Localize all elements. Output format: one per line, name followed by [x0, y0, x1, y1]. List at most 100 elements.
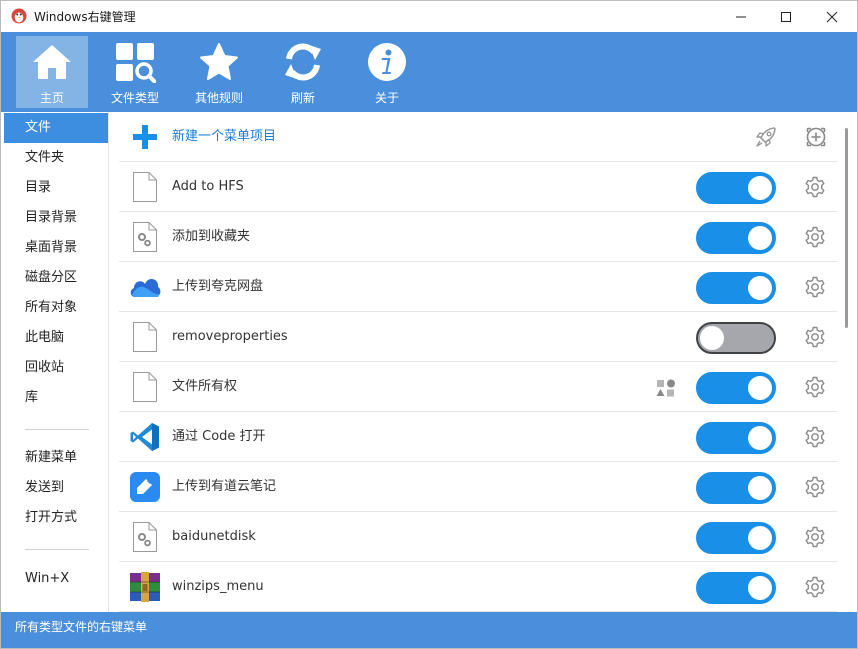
info-icon [368, 43, 406, 81]
app-window: Windows右键管理 主页 文件类型 其他规则 刷新 关于 文件 文件夹 目录… [0, 0, 858, 649]
menu-item-label: winzips_menu [172, 579, 264, 594]
menu-item-label: 上传到有道云笔记 [172, 479, 277, 494]
new-menu-item-label[interactable]: 新建一个菜单项目 [172, 112, 276, 162]
sidebar-item-this-pc[interactable]: 此电脑 [1, 323, 108, 353]
sidebar-item-send-to[interactable]: 发送到 [1, 473, 108, 503]
gear-icon[interactable] [804, 376, 826, 398]
enable-toggle[interactable] [696, 172, 776, 204]
gear-icon[interactable] [804, 276, 826, 298]
enable-toggle[interactable] [696, 372, 776, 404]
enable-toggle[interactable] [696, 272, 776, 304]
menu-item-row[interactable]: 上传到有道云笔记 [119, 462, 837, 512]
menu-item-row[interactable]: Add to HFS [119, 162, 837, 212]
rocket-icon[interactable] [753, 124, 779, 150]
blank-file-icon [133, 372, 157, 402]
enable-toggle[interactable] [696, 472, 776, 504]
gear-icon[interactable] [804, 226, 826, 248]
menu-item-label: 通过 Code 打开 [172, 429, 266, 444]
sidebar-item-file[interactable]: 文件 [4, 113, 108, 143]
menu-item-label: 添加到收藏夹 [172, 229, 251, 244]
shapes-icon[interactable] [655, 377, 677, 399]
toggle-knob [700, 326, 724, 350]
gear-icon[interactable] [804, 576, 826, 598]
toolbar-other-rules[interactable]: 其他规则 [183, 36, 255, 108]
toolbar-refresh[interactable]: 刷新 [267, 36, 339, 108]
gear-icon[interactable] [804, 526, 826, 548]
sidebar: 文件 文件夹 目录 目录背景 桌面背景 磁盘分区 所有对象 此电脑 回收站 库 … [1, 112, 109, 612]
menu-item-row[interactable]: removeproperties [119, 312, 837, 362]
note-icon [130, 472, 160, 502]
row-icon-wrap [129, 521, 161, 553]
enable-toggle[interactable] [696, 222, 776, 254]
menu-item-label: Add to HFS [172, 179, 244, 194]
menu-item-label: removeproperties [172, 329, 288, 344]
gear-icon[interactable] [804, 326, 826, 348]
row-icon-wrap [129, 421, 161, 453]
sidebar-item-all-objects[interactable]: 所有对象 [1, 293, 108, 323]
gear-icon[interactable] [804, 476, 826, 498]
sidebar-item-win-x[interactable]: Win+X [1, 564, 108, 594]
cloud-icon [130, 278, 161, 297]
sidebar-item-directory[interactable]: 目录 [1, 173, 108, 203]
refresh-icon [285, 43, 321, 81]
vscode-icon [130, 423, 159, 451]
main-toolbar: 主页 文件类型 其他规则 刷新 关于 [1, 32, 857, 112]
settings-file-icon [133, 522, 157, 552]
toggle-knob [748, 526, 772, 550]
toggle-knob [748, 426, 772, 450]
gear-icon[interactable] [804, 176, 826, 198]
toolbar-home-label: 主页 [39, 91, 64, 105]
sidebar-item-folder[interactable]: 文件夹 [1, 143, 108, 173]
toolbar-file-types[interactable]: 文件类型 [99, 36, 171, 108]
menu-item-list: 新建一个菜单项目 Add to HFS 添加到收藏夹 上传到夸克网盘 remov… [109, 112, 857, 612]
toolbar-refresh-label: 刷新 [290, 91, 315, 105]
sidebar-item-new-menu[interactable]: 新建菜单 [1, 443, 108, 473]
new-menu-item-row[interactable]: 新建一个菜单项目 [119, 112, 837, 162]
toggle-knob [748, 276, 772, 300]
sidebar-item-open-with[interactable]: 打开方式 [1, 503, 108, 533]
title-bar[interactable]: Windows右键管理 [1, 1, 857, 32]
toggle-knob [748, 576, 772, 600]
row-icon-wrap [129, 171, 161, 203]
enable-toggle[interactable] [696, 322, 776, 354]
add-circle-icon[interactable] [804, 125, 828, 149]
sidebar-item-recycle-bin[interactable]: 回收站 [1, 353, 108, 383]
enable-toggle[interactable] [696, 422, 776, 454]
minimize-button[interactable] [718, 1, 764, 32]
row-icon-wrap [129, 221, 161, 253]
row-icon-wrap [129, 571, 161, 603]
menu-item-row[interactable]: 通过 Code 打开 [119, 412, 837, 462]
toggle-knob [748, 226, 772, 250]
menu-item-row[interactable]: 上传到夸克网盘 [119, 262, 837, 312]
row-icon-wrap [129, 471, 161, 503]
enable-toggle[interactable] [696, 522, 776, 554]
enable-toggle[interactable] [696, 572, 776, 604]
menu-item-label: 上传到夸克网盘 [172, 279, 264, 294]
menu-item-row[interactable]: winzips_menu [119, 562, 837, 612]
gear-icon[interactable] [804, 426, 826, 448]
blank-file-icon [133, 322, 157, 352]
row-icon-wrap [129, 271, 161, 303]
vertical-scrollbar[interactable] [845, 128, 848, 328]
maximize-button[interactable] [763, 1, 809, 32]
menu-item-row[interactable]: 添加到收藏夹 [119, 212, 837, 262]
sidebar-item-drive[interactable]: 磁盘分区 [1, 263, 108, 293]
close-button[interactable] [809, 1, 855, 32]
file-types-icon [116, 43, 156, 83]
close-icon [826, 11, 838, 22]
blank-file-icon [133, 172, 157, 202]
archive-icon [130, 572, 160, 602]
toolbar-home[interactable]: 主页 [16, 36, 88, 108]
toolbar-about[interactable]: 关于 [351, 36, 423, 108]
app-logo-icon [11, 8, 27, 24]
menu-item-row[interactable]: 文件所有权 [119, 362, 837, 412]
menu-item-label: 文件所有权 [172, 379, 238, 394]
add-icon [133, 125, 157, 149]
sidebar-item-library[interactable]: 库 [1, 383, 108, 413]
sidebar-item-desktop-background[interactable]: 桌面背景 [1, 233, 108, 263]
add-icon-wrap [129, 121, 161, 153]
home-icon [33, 45, 71, 79]
menu-item-row[interactable]: baidunetdisk [119, 512, 837, 562]
toggle-knob [748, 476, 772, 500]
sidebar-item-directory-background[interactable]: 目录背景 [1, 203, 108, 233]
